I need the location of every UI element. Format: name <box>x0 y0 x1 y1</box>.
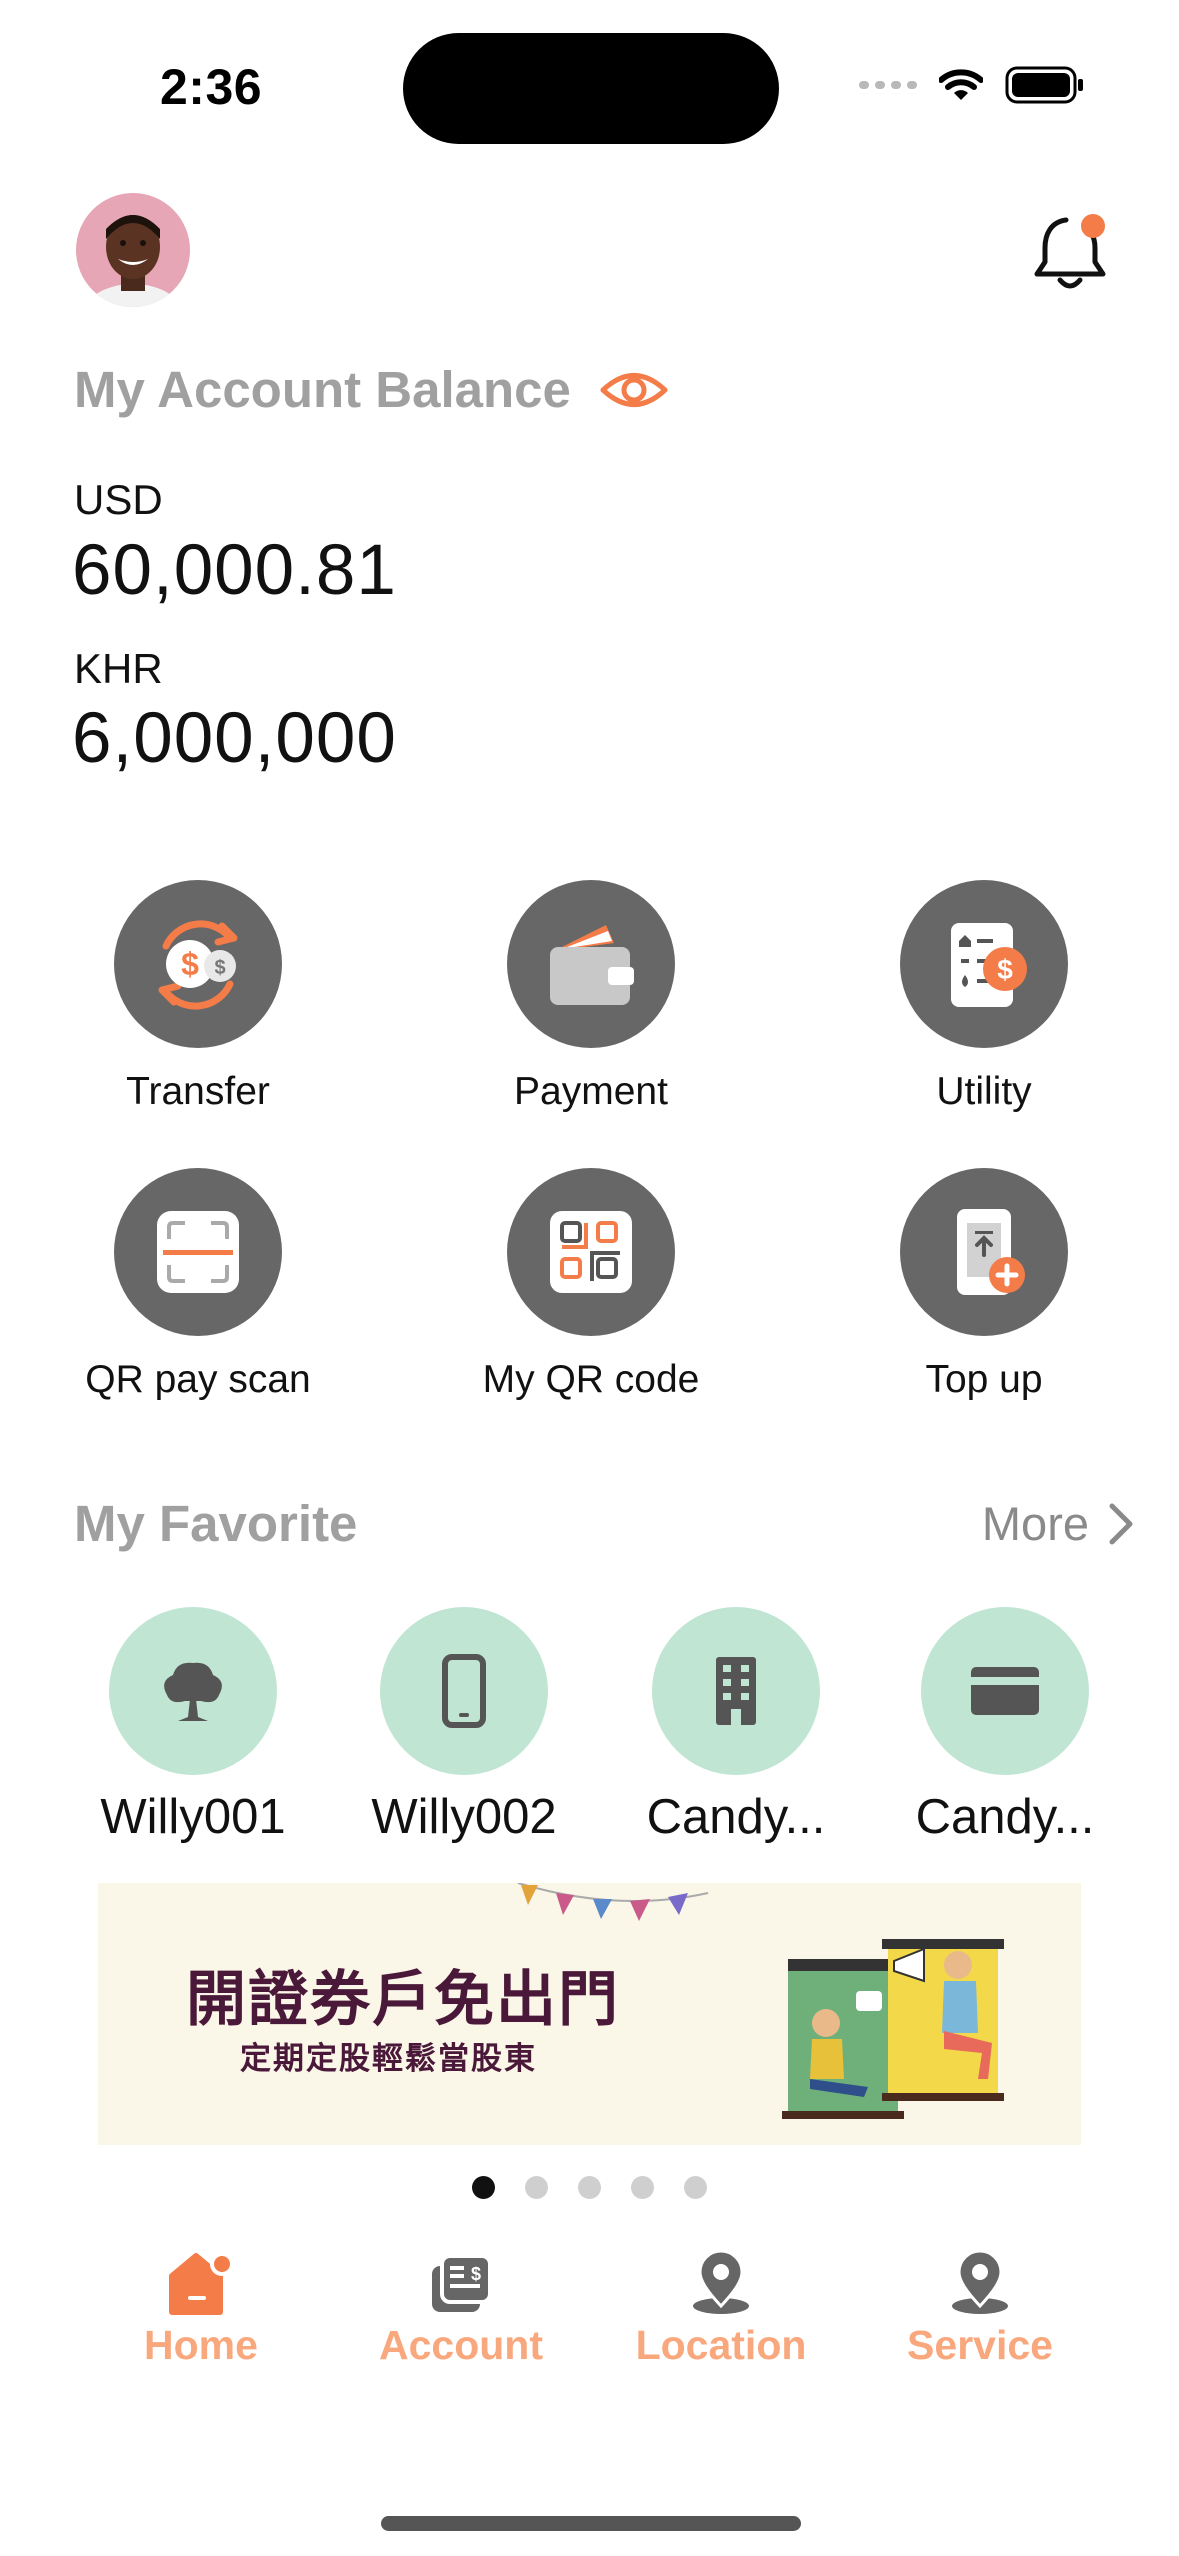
qr-code-icon <box>550 1211 632 1293</box>
my-qr-code-icon-circle <box>507 1168 675 1336</box>
building-icon <box>716 1657 756 1725</box>
payment-icon-circle <box>507 880 675 1048</box>
my-qr-code-label: My QR code <box>482 1358 700 1401</box>
top-up-icon-circle <box>900 1168 1068 1336</box>
payment-label: Payment <box>514 1070 668 1113</box>
tab-location[interactable]: Location <box>601 2252 841 2369</box>
qr-pay-scan-label: QR pay scan <box>85 1358 311 1401</box>
favorite-avatar <box>652 1607 820 1775</box>
bill-icon: $ <box>951 923 1027 1007</box>
qr-pay-scan-icon-circle <box>114 1168 282 1336</box>
promo-banner[interactable]: 開證券戶免出門 定期定股輕鬆當股東 <box>98 1883 1081 2145</box>
transfer-icon: $ $ <box>158 920 238 1010</box>
my-qr-code-button[interactable]: My QR code <box>441 1168 741 1402</box>
balance-title: My Account Balance <box>74 361 571 418</box>
tree-icon <box>164 1662 222 1721</box>
svg-text:$: $ <box>471 2264 481 2284</box>
bell-icon <box>1034 214 1106 289</box>
card-icon <box>971 1667 1039 1715</box>
transfer-icon-circle: $ $ <box>114 880 282 1048</box>
tab-home[interactable]: Home <box>81 2252 321 2369</box>
banner-subtitle: 定期定股輕鬆當股東 <box>240 2041 537 2076</box>
battery-icon <box>1005 66 1083 104</box>
notification-dot <box>1081 214 1105 238</box>
qr-pay-scan-button[interactable]: QR pay scan <box>48 1168 348 1402</box>
dynamic-island <box>403 33 779 144</box>
pagination-dot[interactable] <box>631 2176 654 2199</box>
favorite-avatar <box>921 1607 1089 1775</box>
svg-text:$: $ <box>997 954 1013 985</box>
banner-pagination <box>472 2176 707 2199</box>
phone-icon <box>442 1654 486 1728</box>
balance-header: My Account Balance <box>74 360 669 419</box>
tab-home-label: Home <box>144 2322 258 2368</box>
payment-button[interactable]: Payment <box>441 880 741 1114</box>
khr-currency-label: KHR <box>74 645 163 692</box>
pagination-dot-active[interactable] <box>472 2176 495 2199</box>
utility-label: Utility <box>936 1070 1032 1113</box>
chevron-right-icon <box>1109 1503 1133 1544</box>
svg-text:$: $ <box>181 946 199 982</box>
user-avatar-icon <box>76 193 190 307</box>
usd-currency-label: USD <box>74 476 163 523</box>
status-indicators <box>859 66 1085 104</box>
wallet-icon <box>550 925 634 1005</box>
favorite-item[interactable]: Willy002 <box>339 1607 589 1845</box>
svg-text:$: $ <box>214 957 225 979</box>
favorite-item[interactable]: Candy... <box>611 1607 861 1845</box>
tab-account[interactable]: $ Account <box>341 2252 581 2369</box>
home-indicator[interactable] <box>381 2516 801 2531</box>
favorites-more-link[interactable]: More <box>982 1496 1135 1551</box>
top-up-button[interactable]: Top up <box>834 1168 1134 1402</box>
favorite-item[interactable]: Candy... <box>880 1607 1130 1845</box>
cellular-signal-icon <box>859 81 917 89</box>
home-icon <box>169 2252 234 2315</box>
transfer-label: Transfer <box>126 1070 270 1113</box>
service-pin-icon <box>952 2252 1008 2314</box>
favorite-label: Willy001 <box>100 1790 286 1844</box>
top-up-icon <box>957 1209 1025 1295</box>
notification-button[interactable] <box>1033 210 1111 294</box>
usd-balance-value: 60,000.81 <box>72 531 397 610</box>
top-up-label: Top up <box>925 1358 1043 1401</box>
favorite-label: Candy... <box>915 1790 1095 1844</box>
tab-location-label: Location <box>635 2322 807 2368</box>
favorite-avatar <box>380 1607 548 1775</box>
utility-button[interactable]: $ Utility <box>834 880 1134 1114</box>
pagination-dot[interactable] <box>684 2176 707 2199</box>
favorites-title: My Favorite <box>74 1495 358 1552</box>
wifi-icon <box>939 69 983 100</box>
transfer-button[interactable]: $ $ Transfer <box>48 880 348 1114</box>
pagination-dot[interactable] <box>578 2176 601 2199</box>
tab-account-label: Account <box>379 2322 543 2368</box>
location-pin-icon <box>693 2252 749 2314</box>
tab-service[interactable]: Service <box>860 2252 1100 2369</box>
favorite-label: Willy002 <box>371 1790 557 1844</box>
more-label: More <box>981 1497 1089 1550</box>
khr-balance-value: 6,000,000 <box>72 699 397 778</box>
favorite-avatar <box>109 1607 277 1775</box>
favorite-item[interactable]: Willy001 <box>68 1607 318 1845</box>
eye-icon[interactable] <box>599 367 669 413</box>
banner-title: 開證券戶免出門 <box>186 1966 620 2033</box>
status-time: 2:36 <box>160 59 263 115</box>
pagination-dot[interactable] <box>525 2176 548 2199</box>
favorite-label: Candy... <box>646 1790 826 1844</box>
avatar[interactable] <box>76 193 190 307</box>
scan-icon <box>157 1211 239 1293</box>
utility-icon-circle: $ <box>900 880 1068 1048</box>
account-icon: $ <box>432 2254 492 2312</box>
tab-service-label: Service <box>907 2322 1053 2368</box>
